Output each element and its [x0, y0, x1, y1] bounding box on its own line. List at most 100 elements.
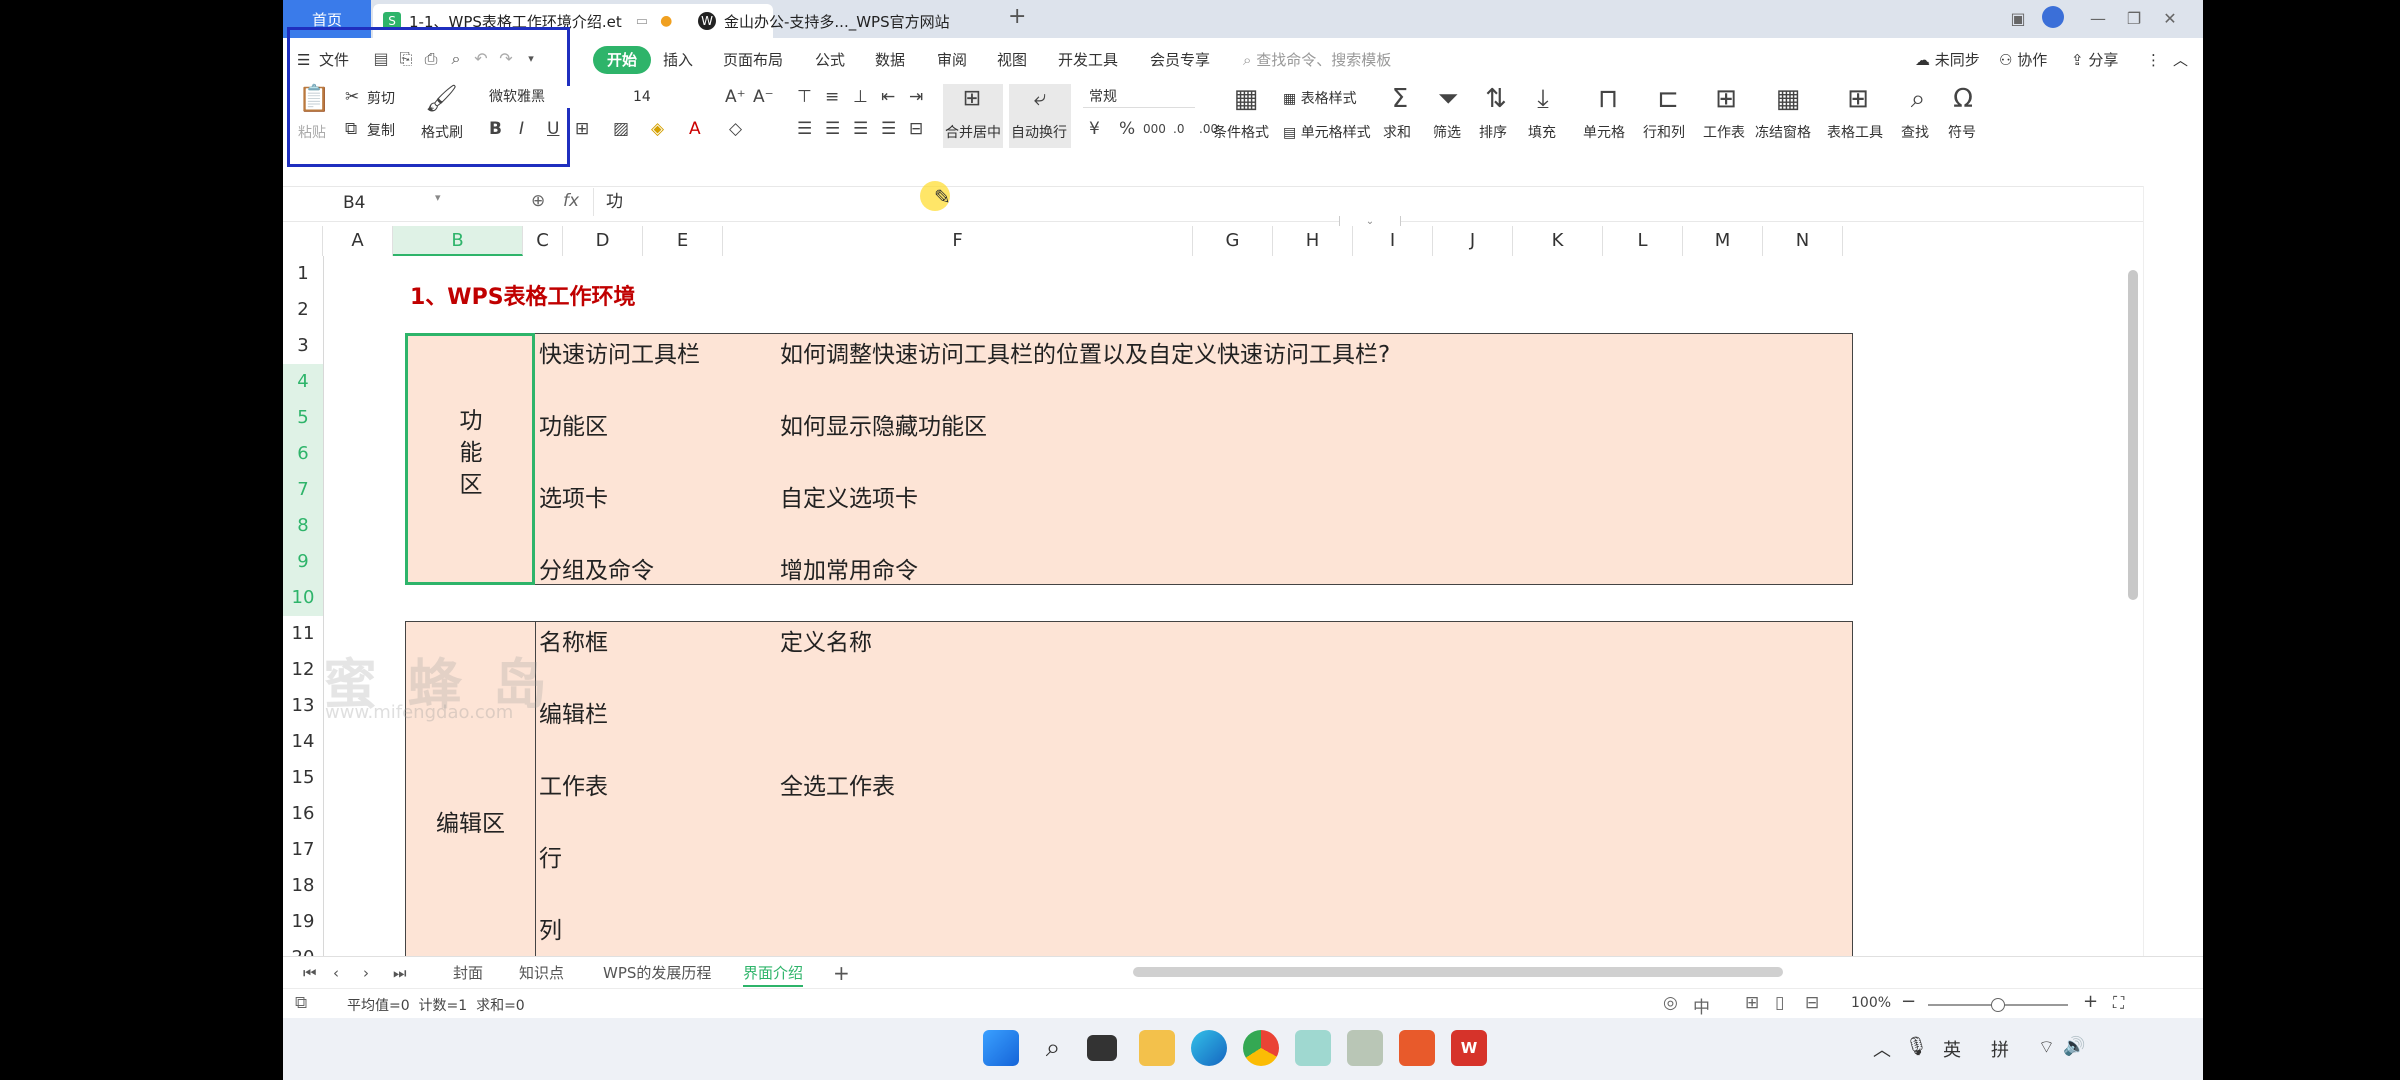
currency-icon[interactable]: ¥: [1089, 118, 1100, 140]
decrease-font-icon[interactable]: A⁻: [753, 86, 774, 108]
tab-member[interactable]: 会员专享: [1150, 46, 1210, 74]
item-description[interactable]: 如何调整快速访问工具栏的位置以及自定义快速访问工具栏?: [780, 335, 1390, 369]
align-center-icon[interactable]: ☰: [825, 118, 840, 140]
row-header[interactable]: 1: [283, 256, 323, 292]
zoom-level[interactable]: 100%: [1851, 995, 1891, 1011]
indent-increase-icon[interactable]: ⇥: [909, 86, 923, 108]
block-edit-label[interactable]: 编辑区: [436, 804, 505, 838]
page-view-icon[interactable]: ▯: [1775, 993, 1784, 1013]
font-name-select[interactable]: 微软雅黑: [483, 86, 625, 108]
app-icon[interactable]: [1295, 1030, 1331, 1066]
find-button[interactable]: 查找: [1901, 122, 1929, 142]
avatar[interactable]: [2038, 6, 2068, 32]
item-name[interactable]: 选项卡: [539, 479, 608, 513]
thousands-icon[interactable]: 000: [1143, 118, 1166, 140]
italic-icon[interactable]: I: [519, 118, 524, 140]
tab-view[interactable]: 视图: [997, 46, 1027, 74]
cells-button[interactable]: 单元格: [1583, 122, 1625, 142]
sheet-heading[interactable]: 1、WPS表格工作环境: [410, 279, 636, 311]
filter-icon[interactable]: ⏷: [1433, 84, 1463, 114]
item-name[interactable]: 列: [539, 911, 562, 945]
fx-button[interactable]: fx: [563, 191, 579, 211]
row-header[interactable]: 20: [283, 940, 323, 956]
restore-icon[interactable]: ❐: [2119, 6, 2149, 32]
column-header-j[interactable]: J: [1433, 226, 1513, 256]
item-name[interactable]: 名称框: [539, 623, 608, 657]
task-view-icon[interactable]: [1087, 1035, 1117, 1061]
page-break-view-icon[interactable]: ⊟: [1805, 993, 1819, 1013]
sheet-tab[interactable]: 封面: [453, 961, 483, 985]
merge-center-button[interactable]: ⊞ 合并居中: [943, 84, 1003, 148]
camtasia-icon[interactable]: [1399, 1030, 1435, 1066]
name-box[interactable]: B4: [293, 191, 433, 215]
font-color-icon[interactable]: A: [689, 118, 701, 140]
clear-format-icon[interactable]: ◇: [729, 118, 742, 140]
zoom-formula-icon[interactable]: ⊕: [531, 191, 545, 211]
distribute-icon[interactable]: ⊟: [909, 118, 923, 140]
zoom-slider-thumb[interactable]: [1991, 998, 2005, 1012]
number-format-select[interactable]: 常规: [1083, 86, 1195, 108]
row-header[interactable]: 17: [283, 832, 323, 868]
wifi-icon[interactable]: ⌔: [2038, 1036, 2055, 1059]
row-header[interactable]: 19: [283, 904, 323, 940]
rows-cols-icon[interactable]: ⊏: [1653, 84, 1683, 114]
name-box-dropdown-icon[interactable]: ▾: [435, 191, 441, 204]
border-icon[interactable]: ⊞: [575, 118, 589, 140]
column-header-e[interactable]: E: [643, 226, 723, 256]
formula-input[interactable]: 功: [593, 188, 2156, 216]
row-header[interactable]: 4: [283, 364, 323, 400]
item-description[interactable]: 全选工作表: [780, 767, 895, 801]
tab-developer[interactable]: 开发工具: [1058, 46, 1118, 74]
table-tools-button[interactable]: 表格工具: [1827, 122, 1883, 142]
macro-record-icon[interactable]: ⧉: [295, 993, 307, 1013]
row-header[interactable]: 11: [283, 616, 323, 652]
fill-shading-icon[interactable]: ▨: [613, 118, 629, 140]
fullscreen-icon[interactable]: ⛶: [2113, 993, 2124, 1013]
sync-status[interactable]: ☁ 未同步: [1915, 46, 1980, 74]
item-name[interactable]: 工作表: [539, 767, 608, 801]
item-description[interactable]: 如何显示隐藏功能区: [780, 407, 987, 441]
sum-button[interactable]: 求和: [1383, 122, 1411, 142]
freeze-icon[interactable]: ▦: [1773, 84, 1803, 114]
input-method-icon[interactable]: 中: [1693, 993, 1710, 1018]
new-tab-button[interactable]: +: [1008, 4, 1026, 29]
row-header[interactable]: 15: [283, 760, 323, 796]
screen-icon[interactable]: ▭: [636, 14, 648, 29]
sheet-tab-active[interactable]: 界面介绍: [743, 961, 804, 987]
wps-office-icon[interactable]: W: [1451, 1030, 1487, 1066]
share-button[interactable]: ⇪ 分享: [2071, 46, 2118, 74]
sort-button[interactable]: 排序: [1479, 122, 1507, 142]
column-header-c[interactable]: C: [523, 226, 563, 256]
normal-view-icon[interactable]: ⊞: [1745, 993, 1759, 1013]
align-middle-icon[interactable]: ≡: [825, 86, 839, 108]
underline-icon[interactable]: U: [547, 118, 559, 140]
row-header[interactable]: 7: [283, 472, 323, 508]
item-description[interactable]: 自定义选项卡: [780, 479, 918, 513]
first-sheet-icon[interactable]: ⏮: [303, 961, 317, 985]
item-name[interactable]: 分组及命令: [539, 551, 654, 585]
cell-style-button[interactable]: ▤ 单元格样式: [1283, 122, 1371, 142]
collapse-ribbon-icon[interactable]: ︿: [2173, 46, 2188, 74]
zoom-in-button[interactable]: +: [2083, 991, 2098, 1012]
sort-icon[interactable]: ⇅: [1481, 84, 1511, 114]
window-count-icon[interactable]: ▣: [2003, 6, 2033, 32]
row-header[interactable]: 6: [283, 436, 323, 472]
row-header[interactable]: 9: [283, 544, 323, 580]
percent-icon[interactable]: %: [1119, 118, 1135, 140]
item-name[interactable]: 功能区: [539, 407, 608, 441]
tab-review[interactable]: 审阅: [937, 46, 967, 74]
prev-sheet-icon[interactable]: ‹: [333, 961, 339, 985]
item-name[interactable]: 快速访问工具栏: [539, 335, 700, 369]
align-bottom-icon[interactable]: ⊥: [853, 86, 868, 108]
font-size-select[interactable]: 14: [627, 86, 699, 108]
column-header-d[interactable]: D: [563, 226, 643, 256]
tab-insert[interactable]: 插入: [663, 46, 693, 74]
rows-cols-button[interactable]: 行和列: [1643, 122, 1685, 142]
microphone-icon[interactable]: 🎙: [1905, 1036, 1928, 1057]
horizontal-scrollbar[interactable]: [1133, 967, 1783, 977]
filter-button[interactable]: 筛选: [1433, 122, 1461, 142]
item-description[interactable]: 增加常用命令: [780, 551, 918, 585]
eye-protection-icon[interactable]: ◎: [1663, 993, 1678, 1013]
align-top-icon[interactable]: ⊤: [797, 86, 812, 108]
fill-button[interactable]: 填充: [1528, 122, 1556, 142]
